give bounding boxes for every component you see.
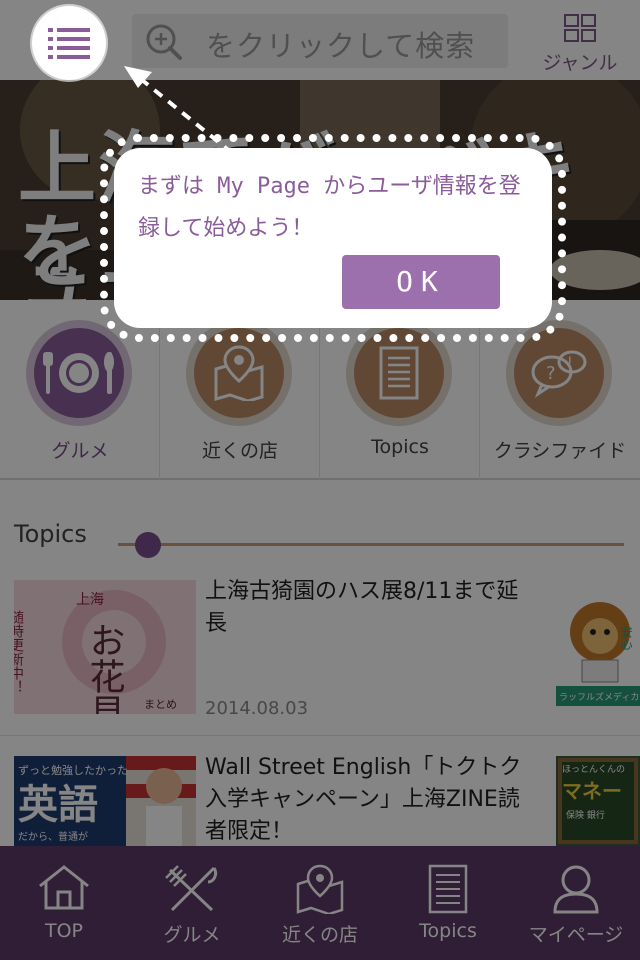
onboarding-dialog: まずは My Page からユーザ情報を登録して始めよう！ OK xyxy=(114,148,552,328)
dialog-message: まずは My Page からユーザ情報を登録して始めよう！ xyxy=(138,174,521,241)
dashed-arrow-icon xyxy=(124,66,234,155)
menu-button[interactable] xyxy=(32,6,106,80)
list-menu-icon xyxy=(48,28,90,59)
ok-button[interactable]: OK xyxy=(342,255,500,309)
